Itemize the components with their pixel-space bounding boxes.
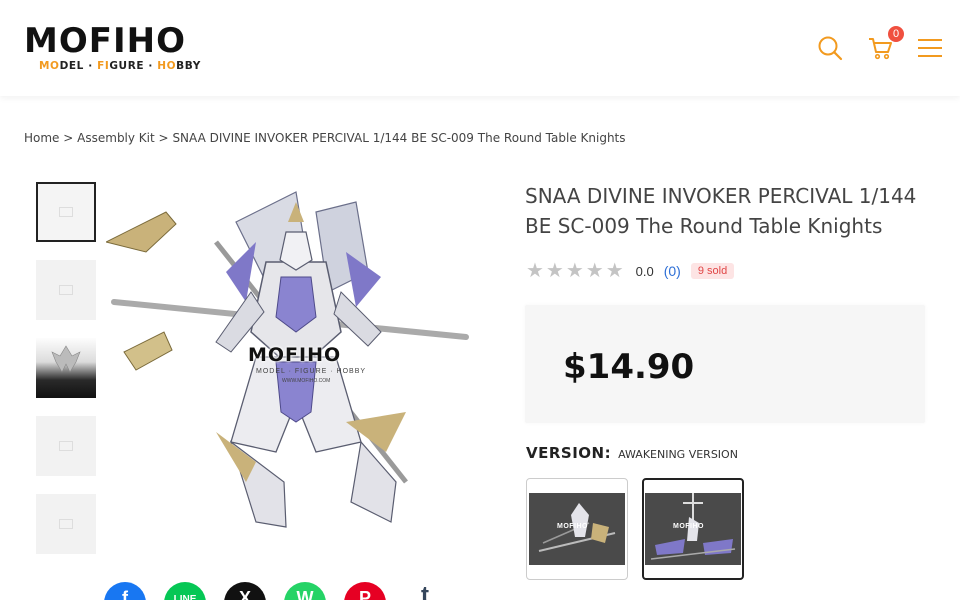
thumbnail-4[interactable]	[36, 416, 96, 476]
search-icon[interactable]	[816, 34, 844, 62]
facebook-share-icon[interactable]: f	[104, 582, 146, 600]
version-option-awakening[interactable]: MOFIHO	[642, 478, 744, 580]
thumbnail-gallery	[36, 182, 96, 572]
version-selector-label: VERSION: AWAKENING VERSION	[526, 444, 738, 462]
main-product-image[interactable]: MOFIHO MODEL · FIGURE · HOBBY WWW.MOFIHO…	[104, 182, 486, 552]
cart-count-badge: 0	[888, 26, 904, 42]
thumbnail-5[interactable]	[36, 494, 96, 554]
image-watermark-url: WWW.MOFIHO.COM	[282, 378, 331, 384]
thumbnail-2[interactable]	[36, 260, 96, 320]
rating-stars-icon: ★★★★★	[526, 260, 626, 282]
pinterest-share-icon[interactable]: P	[344, 582, 386, 600]
header-actions: 0	[816, 26, 944, 66]
site-logo[interactable]: MOFIHO MODEL · FIGURE · HOBBY	[24, 24, 208, 74]
rating-value: 0.0	[635, 264, 654, 279]
thumbnail-3[interactable]	[36, 338, 96, 398]
version-options: MOFIHO MOFIHO	[526, 478, 744, 580]
product-price: $14.90	[563, 347, 695, 387]
review-count-link[interactable]: (0)	[664, 263, 681, 279]
logo-tagline: MODEL · FIGURE · HOBBY	[39, 60, 202, 72]
version-label: VERSION:	[526, 444, 612, 462]
whatsapp-share-icon[interactable]: W	[284, 582, 326, 600]
breadcrumb-separator: >	[63, 131, 74, 145]
robot-figure-illustration	[104, 191, 469, 528]
selected-version: AWAKENING VERSION	[618, 448, 738, 461]
logo-wordmark: MOFIHO	[24, 21, 186, 61]
sold-badge: 9 sold	[690, 262, 735, 279]
price-panel: $14.90	[525, 305, 925, 423]
x-share-icon[interactable]: X	[224, 582, 266, 600]
image-watermark: MOFIHO	[248, 344, 342, 366]
line-share-icon[interactable]: LINE	[164, 582, 206, 600]
menu-icon[interactable]	[916, 34, 944, 62]
variant-watermark: MOFIHO	[557, 523, 588, 530]
cart-icon[interactable]: 0	[866, 26, 904, 62]
site-header: MOFIHO MODEL · FIGURE · HOBBY 0	[0, 0, 960, 96]
thumbnail-1[interactable]	[36, 182, 96, 242]
breadcrumb-category-link[interactable]: Assembly Kit	[77, 131, 155, 145]
image-watermark-tagline: MODEL · FIGURE · HOBBY	[256, 368, 367, 375]
breadcrumb: Home > Assembly Kit > SNAA DIVINE INVOKE…	[24, 131, 626, 145]
breadcrumb-current: SNAA DIVINE INVOKER PERCIVAL 1/144 BE SC…	[172, 131, 626, 145]
breadcrumb-home-link[interactable]: Home	[24, 131, 59, 145]
version-option-standard[interactable]: MOFIHO	[526, 478, 628, 580]
tumblr-share-icon[interactable]: t	[404, 582, 446, 600]
product-rating: ★★★★★ 0.0 (0) 9 sold	[526, 258, 735, 283]
share-buttons: f LINE X W P t	[104, 582, 446, 600]
product-title: SNAA DIVINE INVOKER PERCIVAL 1/144 BE SC…	[525, 184, 917, 238]
breadcrumb-separator: >	[158, 131, 169, 145]
variant-watermark: MOFIHO	[673, 523, 704, 530]
